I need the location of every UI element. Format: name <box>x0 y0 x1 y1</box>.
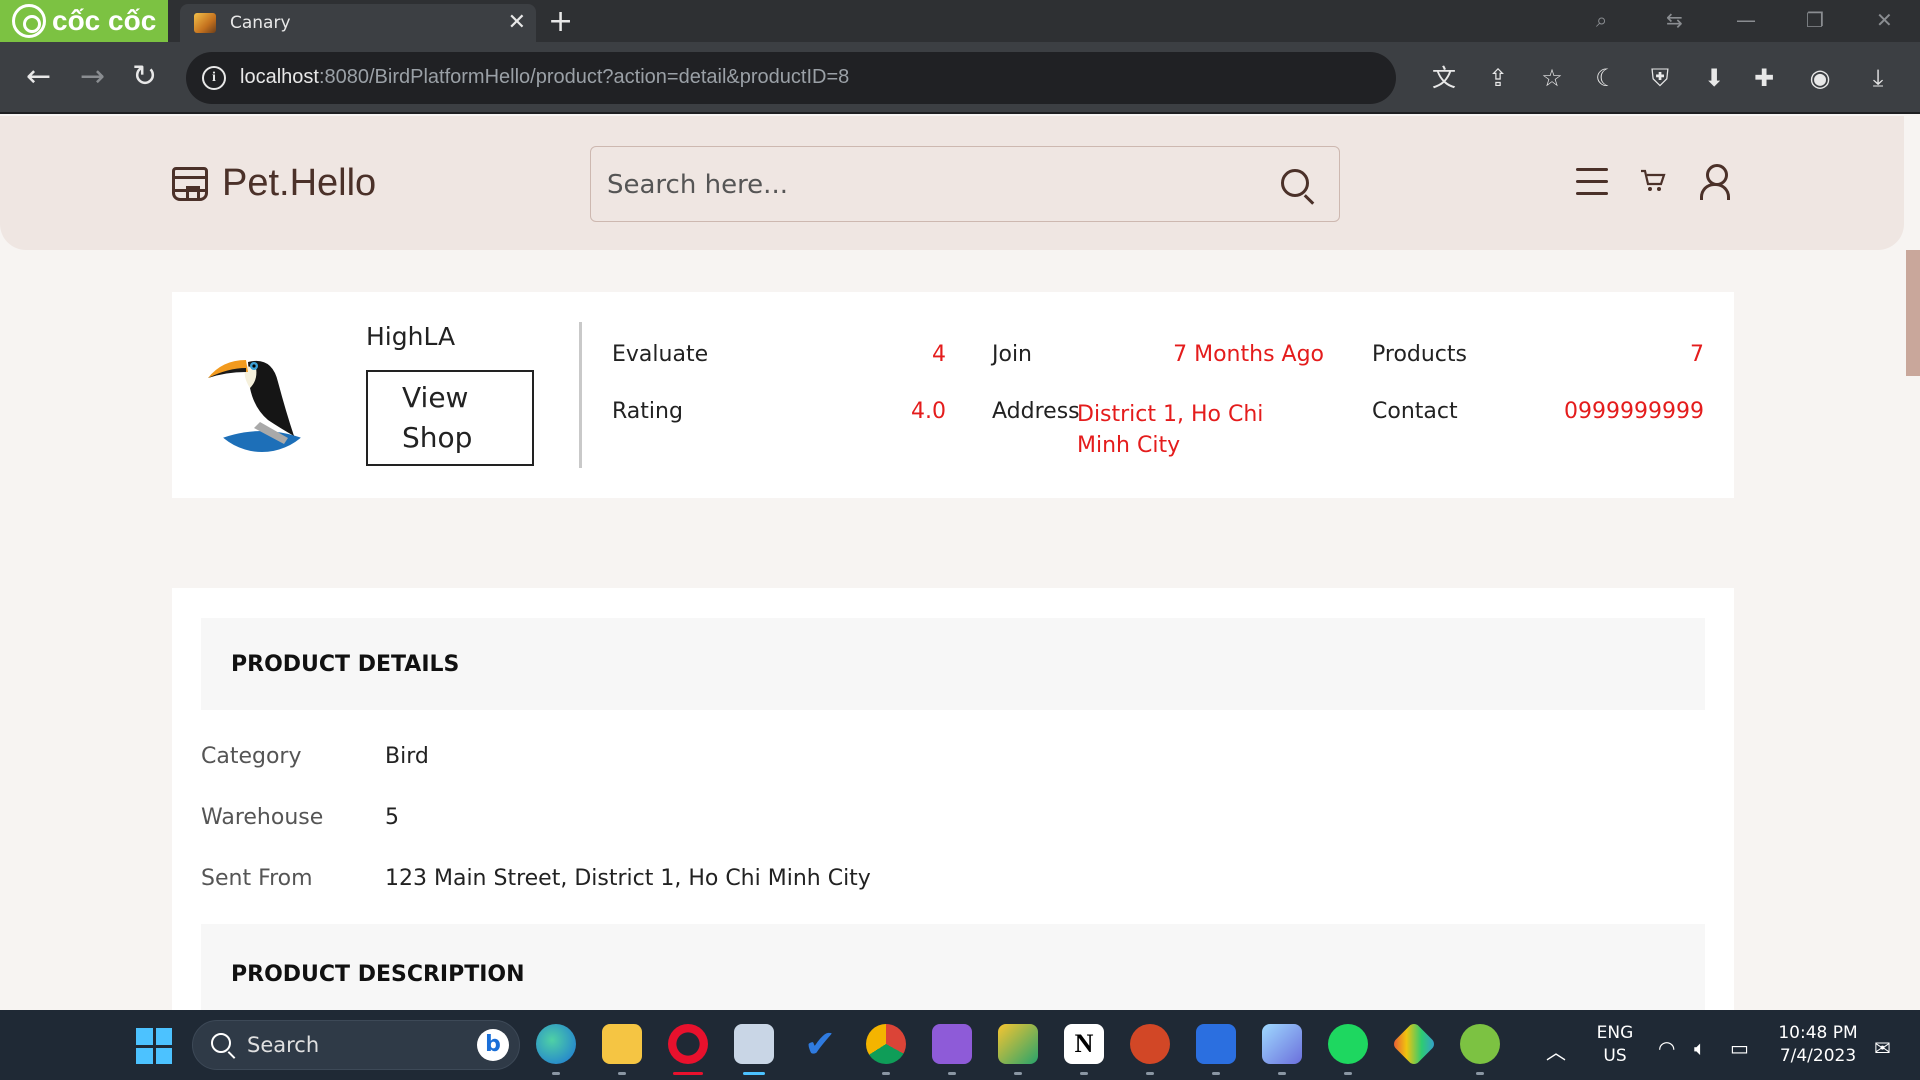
scrollbar-thumb[interactable] <box>1906 250 1920 376</box>
notifications-icon[interactable]: ✉ <box>1874 1036 1891 1060</box>
menu-hamburger-icon[interactable] <box>1576 168 1608 196</box>
adblock-shield-icon[interactable]: ⛨ <box>1644 62 1676 94</box>
new-tab-button[interactable]: + <box>548 4 573 39</box>
browser-toolbar: ← → ↻ i localhost:8080/BirdPlatformHello… <box>0 42 1920 114</box>
join-label: Join <box>992 342 1033 367</box>
forward-arrow-icon[interactable]: → <box>80 59 105 95</box>
evaluate-value: 4 <box>932 342 946 367</box>
git-app-icon[interactable] <box>1391 1021 1437 1067</box>
product-description-title: PRODUCT DESCRIPTION <box>231 962 525 987</box>
rating-label: Rating <box>612 399 683 424</box>
taskbar-search-label: Search <box>247 1033 320 1057</box>
volume-icon[interactable]: 🔈︎ <box>1694 1036 1706 1060</box>
tab-canary[interactable]: Canary ✕ <box>180 4 536 42</box>
todo-app-icon[interactable]: ✔ <box>800 1024 840 1064</box>
address-bar[interactable]: i localhost:8080/BirdPlatformHello/produ… <box>186 52 1724 104</box>
savior-download-icon[interactable]: ⬇ <box>1698 62 1730 94</box>
windows-taskbar: Search b ✔ N ︿ ENG US ◠ 🔈︎ ▭ 10:48 PM 7/4/… <box>0 1010 1920 1080</box>
coccoc-app-icon[interactable] <box>1460 1024 1500 1075</box>
products-label: Products <box>1372 342 1467 367</box>
window-close-icon[interactable]: ✕ <box>1876 8 1893 32</box>
contact-label: Contact <box>1372 399 1458 424</box>
bookmark-star-icon[interactable]: ☆ <box>1536 62 1568 94</box>
reload-icon[interactable]: ↻ <box>132 59 157 95</box>
tab-title: Canary <box>230 13 291 33</box>
opera-app-icon[interactable] <box>668 1024 708 1075</box>
taskbar-search[interactable]: Search b <box>192 1020 520 1070</box>
side-search-icon[interactable]: ⌕ <box>1596 8 1607 32</box>
site-info-icon[interactable]: i <box>202 66 226 90</box>
warehouse-label: Warehouse <box>201 805 324 830</box>
site-name: Pet.Hello <box>222 162 377 204</box>
shop-info-card: HighLA View Shop Evaluate 4 Rating 4.0 J… <box>172 292 1734 498</box>
shop-name: HighLA <box>366 322 456 351</box>
powerpoint-app-icon[interactable] <box>1130 1024 1170 1075</box>
products-value: 7 <box>1690 342 1704 367</box>
coccoc-menu-button[interactable]: cốc cốc <box>0 0 168 42</box>
windows-start-icon[interactable] <box>136 1028 172 1064</box>
join-value: 7 Months Ago <box>1173 342 1324 367</box>
store-icon <box>172 166 208 201</box>
show-hidden-icons-chevron-icon[interactable]: ︿ <box>1546 1036 1566 1065</box>
site-search-box <box>590 146 1340 222</box>
site-logo-link[interactable]: Pet.Hello <box>172 162 376 205</box>
product-details-title: PRODUCT DETAILS <box>231 652 460 677</box>
site-search-input[interactable] <box>607 165 1247 205</box>
user-account-icon[interactable] <box>1700 164 1730 200</box>
bing-icon[interactable]: b <box>477 1029 509 1061</box>
wifi-icon[interactable]: ◠ <box>1658 1036 1675 1060</box>
tab-favicon-icon <box>194 13 216 33</box>
battery-icon[interactable]: ▭ <box>1730 1036 1749 1060</box>
address-value: District 1, Ho Chi Minh City <box>1077 402 1264 458</box>
taskbar-search-icon <box>211 1033 231 1053</box>
snipping-tool-app-icon[interactable] <box>734 1024 774 1075</box>
sent-from-value: 123 Main Street, District 1, Ho Chi Minh… <box>385 866 871 891</box>
notion-app-icon[interactable]: N <box>1064 1024 1104 1075</box>
tab-search-icon[interactable]: ⇆ <box>1666 8 1683 32</box>
coccoc-logo-icon <box>12 4 46 38</box>
visual-studio-app-icon[interactable] <box>932 1024 972 1075</box>
translate-icon[interactable]: 文 <box>1428 62 1460 94</box>
browser-tab-strip: cốc cốc Canary ✕ + ⌕ ⇆ — ❐ ✕ <box>0 0 1920 42</box>
browser-brand-label: cốc cốc <box>52 5 157 36</box>
rating-value: 4.0 <box>911 399 946 424</box>
chrome-app-icon[interactable] <box>866 1024 906 1075</box>
minimize-icon[interactable]: — <box>1736 8 1756 32</box>
site-header: Pet.Hello <box>0 116 1904 250</box>
share-icon[interactable]: ⇪ <box>1482 62 1514 94</box>
virtualbox-app-icon[interactable] <box>1262 1024 1302 1075</box>
evaluate-label: Evaluate <box>612 342 709 367</box>
spotify-app-icon[interactable] <box>1328 1024 1368 1075</box>
warehouse-value: 5 <box>385 805 399 830</box>
restore-icon[interactable]: ❐ <box>1806 8 1824 32</box>
page-scrollbar[interactable] <box>1904 250 1920 1010</box>
product-details-header: PRODUCT DETAILS <box>201 618 1705 710</box>
xmind-app-icon[interactable] <box>998 1024 1038 1075</box>
url-text[interactable]: localhost:8080/BirdPlatformHello/product… <box>240 66 849 89</box>
profile-icon[interactable]: ◉ <box>1804 62 1836 94</box>
dark-mode-moon-icon[interactable]: ☾ <box>1590 62 1622 94</box>
view-shop-button[interactable]: View Shop <box>366 370 534 466</box>
shop-avatar-toucan-image <box>202 332 322 452</box>
shop-divider <box>579 322 582 468</box>
downloads-icon[interactable]: ⤓ <box>1862 62 1894 94</box>
product-details-card: PRODUCT DETAILS Category Bird Warehouse … <box>172 588 1734 1028</box>
extensions-puzzle-icon[interactable]: ✚ <box>1748 62 1780 94</box>
cart-icon[interactable] <box>1640 168 1666 196</box>
category-label: Category <box>201 744 302 769</box>
input-language[interactable]: ENG US <box>1594 1022 1636 1068</box>
category-value: Bird <box>385 744 429 769</box>
file-explorer-app-icon[interactable] <box>602 1024 642 1075</box>
back-arrow-icon[interactable]: ← <box>26 59 51 95</box>
tab-close-icon[interactable]: ✕ <box>508 10 526 35</box>
address-label: Address <box>992 399 1080 424</box>
sent-from-label: Sent From <box>201 866 313 891</box>
edge-app-icon[interactable] <box>536 1024 576 1075</box>
clock[interactable]: 10:48 PM 7/4/2023 <box>1770 1022 1866 1068</box>
word-app-icon[interactable] <box>1196 1024 1236 1075</box>
contact-value: 0999999999 <box>1564 399 1704 424</box>
search-icon[interactable] <box>1281 169 1309 197</box>
